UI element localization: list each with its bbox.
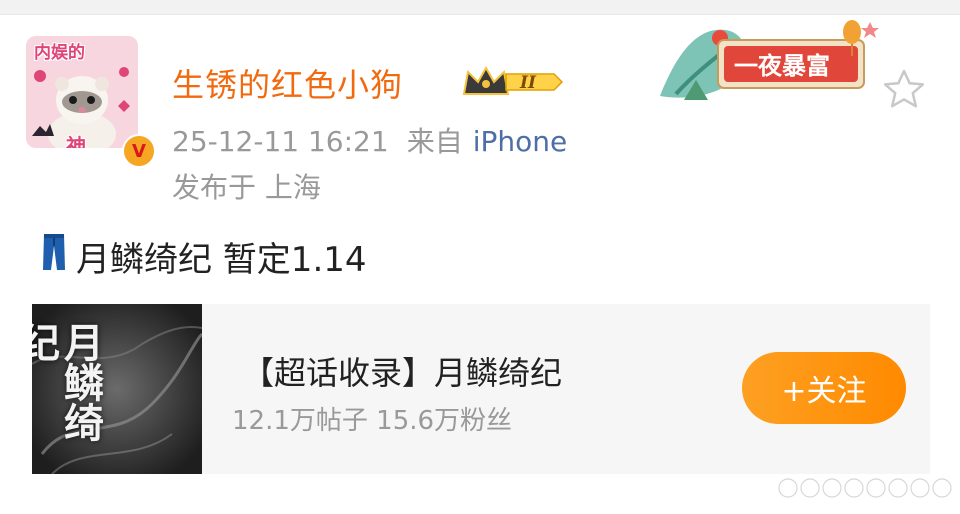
avatar-caption-top: 内娱的	[34, 43, 85, 63]
decoration-text: 一夜暴富	[734, 52, 830, 80]
crown-level-icon[interactable]: II	[462, 64, 566, 100]
verified-v-icon: V	[122, 134, 156, 168]
follow-button[interactable]: +关注	[742, 352, 906, 424]
level-text: II	[519, 73, 537, 93]
supertopic-thumbnail: 月鳞绮纪	[32, 304, 202, 474]
weibo-post: 内娱的 神 V 生锈的红色小狗 II 25-12-11 16:21 来自 iPhon…	[0, 0, 960, 514]
top-divider	[0, 0, 960, 15]
post-meta: 25-12-11 16:21 来自 iPhone	[172, 120, 567, 160]
post-time: 25-12-11 16:21	[172, 125, 389, 158]
source-label: 来自	[406, 125, 463, 158]
source-device-link[interactable]: iPhone	[473, 125, 568, 158]
watermark-dots-icon	[778, 478, 952, 498]
jeans-emoji-icon	[42, 232, 66, 281]
star-favorite-icon[interactable]	[882, 68, 926, 110]
post-content: 月鳞绮纪 暂定1.14	[42, 232, 367, 281]
thumbnail-title: 月鳞绮纪	[32, 322, 104, 442]
user-avatar[interactable]: 内娱的 神 V	[26, 36, 156, 168]
post-text: 月鳞绮纪 暂定1.14	[76, 240, 367, 280]
avatar-caption-bottom: 神	[66, 134, 86, 148]
lucky-decoration-banner: 一夜暴富	[660, 20, 879, 100]
supertopic-card[interactable]: 月鳞绮纪 【超话收录】月鳞绮纪 12.1万帖子 15.6万粉丝 +关注	[32, 304, 930, 474]
post-location: 发布于 上海	[172, 171, 321, 204]
supertopic-title: 【超话收录】月鳞绮纪	[242, 354, 563, 392]
supertopic-stats: 12.1万帖子 15.6万粉丝	[232, 406, 513, 436]
username[interactable]: 生锈的红色小狗	[172, 60, 403, 106]
avatar-frame: 内娱的 神	[26, 36, 138, 148]
